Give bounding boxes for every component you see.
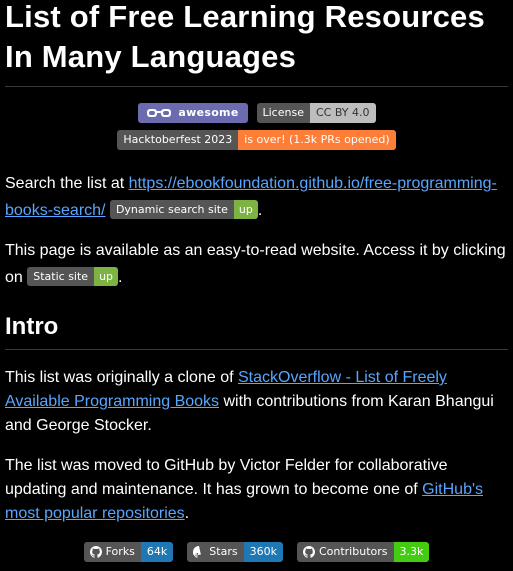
intro-paragraph-2: The list was moved to GitHub by Victor F… [5, 454, 508, 526]
static-site-badge-left: Static site [27, 267, 95, 286]
awesome-badge[interactable]: awesome [137, 103, 248, 123]
forks-badge[interactable]: Forks 64k [83, 542, 174, 562]
contributors-badge[interactable]: Contributors 3.3k [296, 542, 430, 562]
search-paragraph: Search the list at https://ebookfoundati… [5, 170, 508, 224]
intro-p1-prefix: This list was originally a clone of [5, 369, 238, 386]
static-site-badge[interactable]: Static site up [27, 267, 119, 286]
search-prefix: Search the list at [5, 175, 129, 192]
intro-paragraph-1: This list was originally a clone of Stac… [5, 366, 508, 438]
contributors-badge-label: Contributors [318, 545, 388, 558]
stars-badge-count: 360k [243, 542, 283, 562]
stars-badge-label: Stars [209, 545, 238, 558]
intro-p1-suffix-2: and George Stocker. [5, 417, 152, 434]
dynamic-search-badge-left: Dynamic search site [109, 200, 234, 219]
easy-read-suffix: . [118, 269, 123, 286]
intro-p1-suffix: with contributions from Karan Bhangui [219, 393, 494, 410]
github-icon [302, 546, 315, 558]
stackoverflow-link-line-1: StackOverflow - List of Freely [237, 369, 447, 386]
stars-badge[interactable]: Stars 360k [187, 542, 283, 562]
license-badge[interactable]: License CC BY 4.0 [256, 103, 376, 123]
easy-read-paragraph: This page is available as an easy-to-rea… [5, 237, 508, 291]
hacktoberfest-badge-right: is over! (1.3k PRs opened) [238, 130, 396, 150]
contributors-badge-count: 3.3k [393, 542, 430, 562]
title-line-1: List of Free Learning Resources [5, 0, 485, 34]
popular-repos-link-line-2: most popular repositories [5, 505, 185, 522]
intro-heading: Intro [5, 313, 59, 340]
static-site-badge-right: up [94, 267, 119, 286]
search-url-line-1: https://ebookfoundation.github.io/free-p… [128, 175, 497, 192]
badge-row-bottom: Forks 64k Stars 360k Contributors 3.3k [5, 542, 508, 562]
hacktoberfest-badge-left: Hacktoberfest 2023 [117, 130, 239, 150]
badge-row-hacktoberfest: Hacktoberfest 2023 is over! (1.3k PRs op… [5, 130, 508, 150]
intro-p2-line-1: The list was moved to GitHub by Victor F… [5, 457, 448, 474]
glasses-icon [147, 109, 172, 117]
popular-repos-link-line-1: GitHub's [422, 481, 484, 498]
awesome-badge-label: awesome [178, 106, 239, 119]
intro-p2-suffix: . [184, 505, 190, 522]
dynamic-search-badge-right: up [233, 200, 258, 219]
stars-badge-left: Stars [187, 542, 244, 562]
dynamic-search-badge[interactable]: Dynamic search site up [109, 200, 258, 219]
license-badge-right: CC BY 4.0 [309, 103, 376, 123]
intro-p2-line-2: updating and maintenance. It has grown t… [5, 481, 423, 498]
contributors-badge-left: Contributors [296, 542, 394, 562]
forks-badge-count: 64k [140, 542, 174, 562]
title-line-2: In Many Languages [5, 39, 297, 74]
github-icon [193, 546, 202, 558]
intro-divider [5, 349, 508, 350]
hacktoberfest-badge[interactable]: Hacktoberfest 2023 is over! (1.3k PRs op… [117, 130, 396, 150]
forks-badge-label: Forks [105, 545, 135, 558]
license-badge-left: License [256, 103, 310, 123]
github-icon [89, 546, 102, 558]
search-suffix: . [257, 202, 263, 219]
stackoverflow-link-line-2: Available Programming Books [5, 393, 220, 410]
forks-badge-left: Forks [83, 542, 141, 562]
readme-content: List of Free Learning Resources In Many … [5, 0, 508, 562]
easy-read-on: on [5, 269, 28, 286]
badge-row-top: awesome License CC BY 4.0 [5, 103, 508, 123]
title-divider [5, 86, 508, 87]
page-title: List of Free Learning Resources In Many … [5, 0, 508, 77]
search-url-line-2: books-search/ [5, 202, 106, 219]
easy-read-text: This page is available as an easy-to-rea… [5, 242, 506, 259]
